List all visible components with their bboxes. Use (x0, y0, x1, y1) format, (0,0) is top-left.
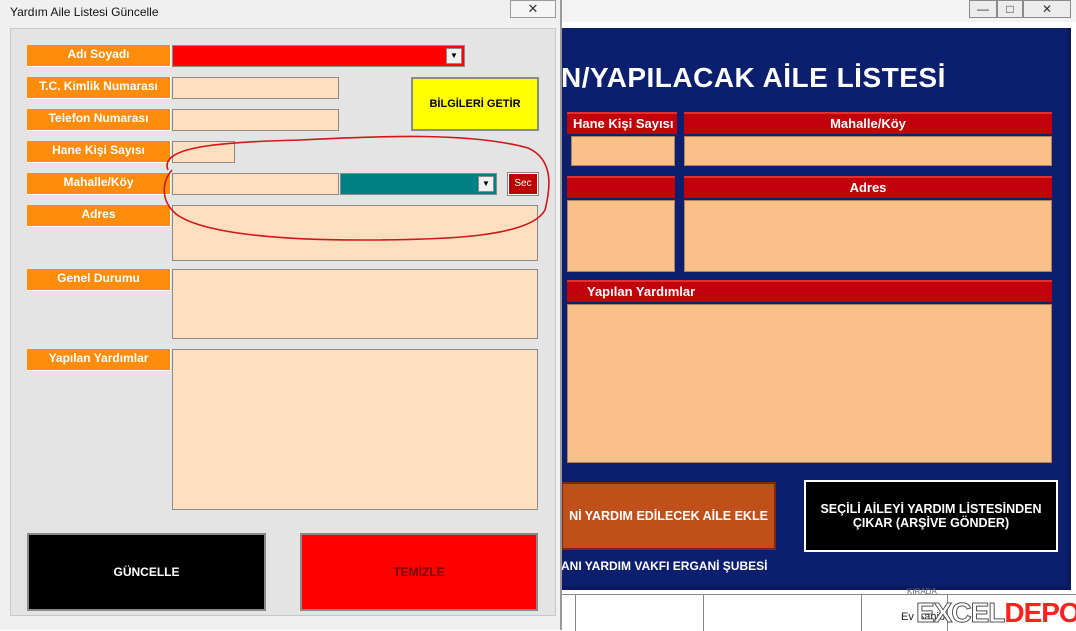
minimize-icon[interactable]: — (969, 0, 997, 18)
add-family-button[interactable]: Nİ YARDIM EDİLECEK AİLE EKLE (561, 482, 776, 550)
yapilan-box (567, 304, 1052, 463)
header-adres: Adres (684, 176, 1052, 198)
header-yapilan: Yapılan Yardımlar (567, 280, 1052, 302)
form-title: N/YAPILACAK AİLE LİSTESİ (561, 62, 946, 93)
watermark-logo: EXCELDEPO (915, 597, 1076, 629)
background-titlebar: — □ ✕ (561, 0, 1076, 22)
spreadsheet-strip: KIRADA Ev Sahibi EXCELDEPO (561, 587, 1076, 631)
background-window: — □ ✕ N/YAPILACAK AİLE LİSTESİ Hane Kişi… (560, 0, 1076, 631)
remove-button-line2: ÇIKAR (ARŞİVE GÖNDER) (852, 516, 1010, 530)
watermark-depo: DEPO (1004, 597, 1076, 628)
adres-box (684, 200, 1052, 272)
footer-text: ANI YARDIM VAKFI ERGANİ ŞUBESİ (561, 559, 768, 573)
update-dialog: Yardım Aile Listesi Güncelle ✕ Adı Soyad… (0, 0, 562, 630)
header-mahalle: Mahalle/Köy (684, 112, 1052, 134)
annotation-circle (163, 135, 550, 241)
header-left-red (567, 176, 675, 198)
close-icon[interactable]: ✕ (1023, 0, 1071, 18)
aid-list-form: N/YAPILACAK AİLE LİSTESİ Hane Kişi Sayıs… (561, 28, 1071, 590)
mahalle-box (684, 136, 1052, 166)
left-box (567, 200, 675, 272)
sheet-cell-kirada: KIRADA (907, 587, 937, 596)
hane-box (571, 136, 675, 166)
remove-button-line1: SEÇİLİ AİLEYİ YARDIM LİSTESİNDEN (820, 502, 1042, 516)
remove-family-button[interactable]: SEÇİLİ AİLEYİ YARDIM LİSTESİNDEN ÇIKAR (… (804, 480, 1058, 552)
maximize-icon[interactable]: □ (997, 0, 1023, 18)
watermark-excel: EXCEL (915, 597, 1005, 629)
header-hane: Hane Kişi Sayısı (567, 112, 677, 134)
